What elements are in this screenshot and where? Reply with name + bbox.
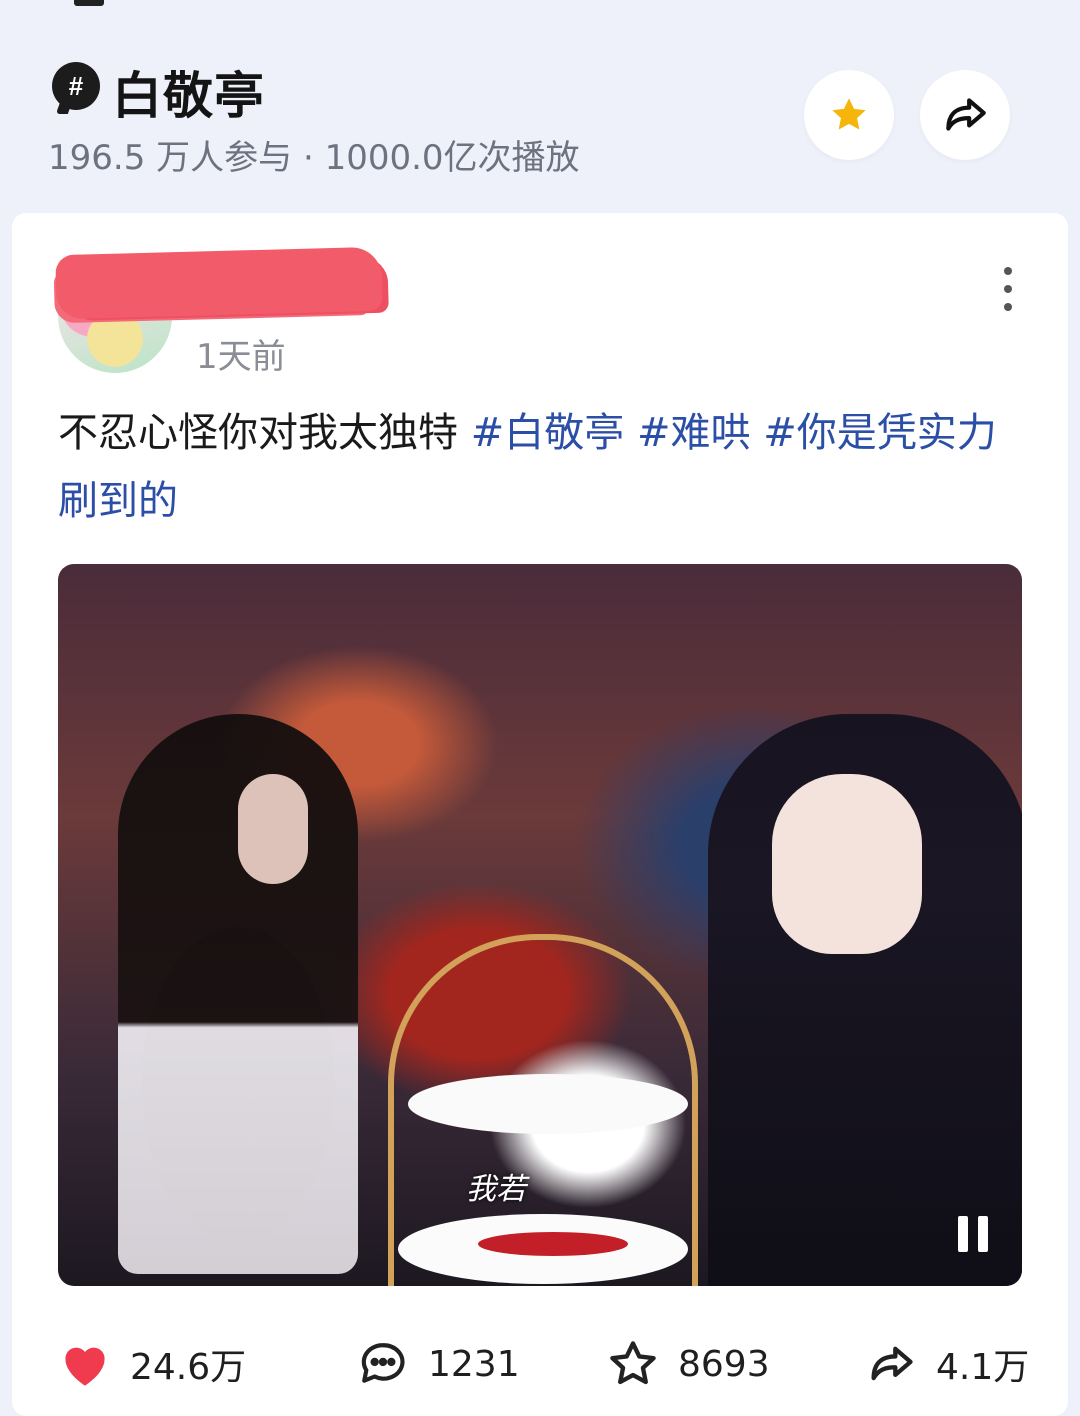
media-face-left [238,774,308,884]
comment-button[interactable]: 1231 [356,1337,520,1391]
hashtag-link[interactable]: #白敬亭 [471,410,625,456]
comment-icon [356,1337,410,1391]
topic-header: # 白敬亭 196.5 万人参与 · 1000.0亿次播放 [0,0,1080,210]
more-dot-icon [1004,285,1012,293]
post-time: 1天前 [196,337,286,377]
heart-icon [58,1337,112,1391]
share-button[interactable]: 4.1万 [864,1337,1029,1391]
pause-icon[interactable] [958,1216,988,1252]
video-thumbnail[interactable]: 我若 [58,564,1022,1286]
media-figure-left [118,714,358,1274]
topic-hash-icon: # [52,62,100,110]
redacted-username [55,246,383,320]
media-berries [478,1232,628,1256]
more-options-button[interactable] [996,267,1020,311]
comment-count: 1231 [428,1343,520,1385]
star-icon [832,98,866,130]
action-bar: 24.6万 1231 8693 4.1万 [12,1313,1068,1413]
collect-button[interactable]: 8693 [606,1337,770,1391]
share-topic-button[interactable] [920,70,1010,160]
more-dot-icon [1004,303,1012,311]
media-face-right [772,774,922,954]
media-plate [408,1074,688,1134]
share-arrow-icon [946,98,986,131]
post-card: 1天前 不忍心怪你对我太独特 #白敬亭 #难哄 #你是凭实力刷到的 我若 24.… [12,213,1068,1416]
more-dot-icon [1004,267,1012,275]
share-count: 4.1万 [936,1347,1030,1388]
topic-title: 白敬亭 [112,67,265,125]
follow-topic-button[interactable] [804,70,894,160]
collect-count: 8693 [678,1343,770,1385]
hashtag-link[interactable]: #难哄 [637,410,751,456]
share-arrow-icon [864,1337,918,1391]
post-text: 不忍心怪你对我太独特 #白敬亭 #难哄 #你是凭实力刷到的 [58,399,1018,535]
star-outline-icon [606,1337,660,1391]
like-button[interactable]: 24.6万 [58,1337,246,1391]
like-count: 24.6万 [130,1347,247,1388]
post-body: 不忍心怪你对我太独特 [58,410,458,456]
topic-stats: 196.5 万人参与 · 1000.0亿次播放 [48,138,580,178]
video-caption: 我若 [466,1172,526,1207]
